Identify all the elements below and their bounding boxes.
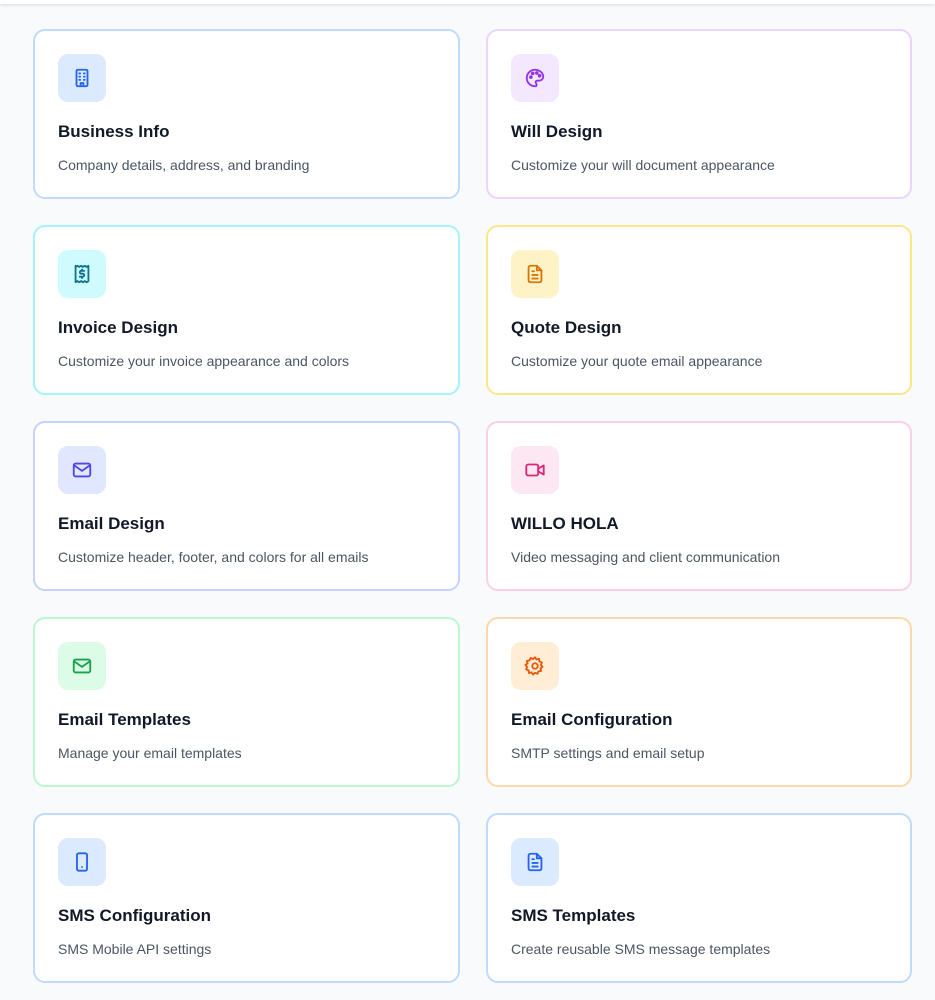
settings-card-quote-design[interactable]: Quote Design Customize your quote email …	[486, 225, 912, 395]
top-header-edge	[0, 0, 935, 4]
settings-card-business-info[interactable]: Business Info Company details, address, …	[33, 29, 460, 199]
settings-card-sms-templates[interactable]: SMS Templates Create reusable SMS messag…	[486, 813, 912, 983]
card-description: Company details, address, and branding	[58, 157, 310, 173]
card-title: SMS Templates	[511, 906, 636, 925]
settings-card-email-design[interactable]: Email Design Customize header, footer, a…	[33, 421, 460, 591]
icon-container	[58, 250, 106, 298]
card-title: SMS Configuration	[58, 906, 211, 925]
card-title: Email Design	[58, 514, 165, 533]
card-title: Email Configuration	[511, 710, 673, 729]
card-description: SMS Mobile API settings	[58, 941, 212, 957]
card-description: Customize your quote email appearance	[511, 353, 763, 369]
card-title: Business Info	[58, 122, 170, 141]
card-title: WILLO HOLA	[511, 514, 619, 533]
mail-icon	[72, 462, 92, 478]
document-icon	[527, 264, 543, 284]
settings-card-sms-configuration[interactable]: SMS Configuration SMS Mobile API setting…	[33, 813, 460, 983]
card-description: Create reusable SMS message templates	[511, 941, 771, 957]
settings-card-willo-hola[interactable]: WILLO HOLA Video messaging and client co…	[486, 421, 912, 591]
card-title: Email Templates	[58, 710, 191, 729]
card-description: Video messaging and client communication	[511, 549, 781, 565]
card-description: Manage your email templates	[58, 745, 242, 761]
receipt-icon	[74, 264, 90, 284]
settings-card-email-templates[interactable]: Email Templates Manage your email templa…	[33, 617, 460, 787]
icon-container	[58, 446, 106, 494]
icon-container	[58, 54, 106, 102]
icon-container	[511, 838, 559, 886]
card-title: Invoice Design	[58, 318, 178, 337]
settings-card-grid: Business Info Company details, address, …	[33, 29, 912, 983]
card-title: Will Design	[511, 122, 603, 141]
card-description: SMTP settings and email setup	[511, 745, 705, 761]
card-title: Quote Design	[511, 318, 622, 337]
smartphone-icon	[76, 852, 88, 872]
settings-card-invoice-design[interactable]: Invoice Design Customize your invoice ap…	[33, 225, 460, 395]
icon-container	[511, 250, 559, 298]
card-description: Customize your invoice appearance and co…	[58, 353, 350, 369]
video-icon	[525, 463, 545, 477]
mail-icon	[72, 658, 92, 674]
palette-icon	[525, 68, 545, 88]
document-icon	[527, 852, 543, 872]
icon-container	[58, 642, 106, 690]
building-icon	[75, 68, 89, 88]
gear-icon	[524, 656, 544, 676]
icon-container	[58, 838, 106, 886]
card-description: Customize header, footer, and colors for…	[58, 549, 369, 565]
card-description: Customize your will document appearance	[511, 157, 775, 173]
icon-container	[511, 446, 559, 494]
settings-card-will-design[interactable]: Will Design Customize your will document…	[486, 29, 912, 199]
settings-card-email-configuration[interactable]: Email Configuration SMTP settings and em…	[486, 617, 912, 787]
icon-container	[511, 642, 559, 690]
icon-container	[511, 54, 559, 102]
